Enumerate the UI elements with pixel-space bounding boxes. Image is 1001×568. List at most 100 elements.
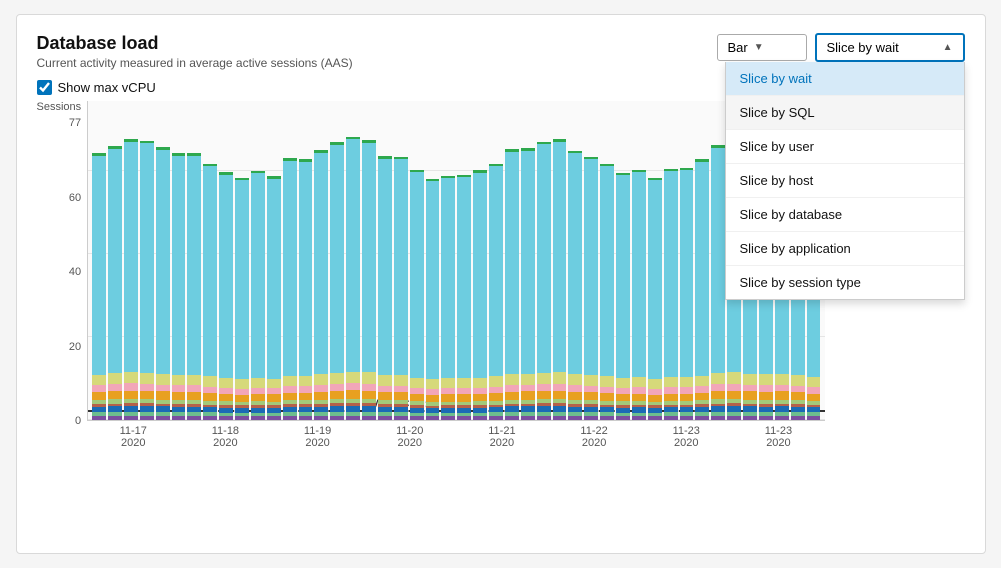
dropdown-item-sql[interactable]: Slice by SQL — [726, 96, 964, 130]
chart-type-select[interactable]: Bar ▼ — [717, 34, 807, 61]
bar-segment — [775, 374, 789, 385]
bar-segment — [410, 416, 424, 420]
bar-stack — [584, 157, 598, 420]
bar-segment — [219, 175, 233, 378]
bar-stack — [156, 147, 170, 420]
bar-segment — [743, 374, 757, 385]
dropdown-item-application[interactable]: Slice by application — [726, 232, 964, 266]
bar-group — [695, 101, 709, 420]
bar-segment — [489, 393, 503, 401]
bar-segment — [251, 173, 265, 377]
bar-segment — [378, 386, 392, 393]
bar-segment — [775, 385, 789, 392]
bar-segment — [664, 377, 678, 387]
x-tick: 11-212020 — [456, 425, 548, 449]
bar-segment — [632, 377, 646, 387]
bar-group — [283, 101, 297, 420]
bar-segment — [172, 156, 186, 375]
bar-segment — [346, 416, 360, 420]
bar-segment — [791, 375, 805, 386]
bar-group — [711, 101, 725, 420]
show-max-vcpu-checkbox[interactable] — [37, 80, 52, 95]
bar-segment — [314, 374, 328, 385]
bar-segment — [92, 156, 106, 375]
bar-segment — [521, 374, 535, 385]
bar-segment — [727, 416, 741, 420]
bar-group — [553, 101, 567, 420]
bar-segment — [553, 372, 567, 383]
bar-segment — [584, 392, 598, 400]
bar-segment — [648, 416, 662, 420]
bar-group — [648, 101, 662, 420]
dropdown-item-wait[interactable]: Slice by wait — [726, 62, 964, 96]
bar-segment — [219, 378, 233, 388]
bar-segment — [140, 391, 154, 399]
bar-group — [172, 101, 186, 420]
bar-stack — [251, 171, 265, 420]
bar-segment — [568, 385, 582, 392]
bar-segment — [378, 159, 392, 375]
bar-segment — [235, 379, 249, 389]
header-row: Database load Current activity measured … — [37, 33, 965, 70]
bar-segment — [235, 180, 249, 378]
bar-segment — [108, 149, 122, 373]
bar-group — [568, 101, 582, 420]
dropdown-item-session-type[interactable]: Slice by session type — [726, 266, 964, 299]
bar-segment — [299, 376, 313, 386]
bar-segment — [711, 148, 725, 374]
bar-segment — [489, 376, 503, 386]
bar-segment — [441, 378, 455, 388]
bar-segment — [203, 376, 217, 386]
bar-segment — [457, 394, 471, 401]
bar-segment — [203, 416, 217, 420]
bar-segment — [695, 376, 709, 386]
bar-segment — [156, 374, 170, 385]
bar-group — [362, 101, 376, 420]
bar-segment — [775, 391, 789, 399]
bar-segment — [695, 393, 709, 401]
bar-segment — [267, 379, 281, 389]
bar-segment — [362, 143, 376, 372]
bar-stack — [330, 142, 344, 420]
bar-segment — [537, 144, 551, 372]
bar-segment — [807, 377, 821, 387]
chart-plot: Max vCPU: 2 — [87, 101, 824, 421]
dropdown-item-host[interactable]: Slice by host — [726, 164, 964, 198]
bar-segment — [140, 373, 154, 384]
bar-segment — [172, 385, 186, 392]
bar-segment — [711, 373, 725, 384]
bar-group — [489, 101, 503, 420]
bar-stack — [172, 153, 186, 420]
x-tick: 11-222020 — [548, 425, 640, 449]
bar-segment — [473, 394, 487, 402]
bar-segment — [251, 378, 265, 388]
bar-stack — [441, 176, 455, 420]
bar-segment — [584, 386, 598, 393]
bar-segment — [537, 373, 551, 384]
bar-group — [505, 101, 519, 420]
dropdown-item-user[interactable]: Slice by user — [726, 130, 964, 164]
bar-segment — [156, 150, 170, 374]
dropdown-item-database[interactable]: Slice by database — [726, 198, 964, 232]
bar-segment — [394, 159, 408, 375]
bar-stack — [426, 179, 440, 420]
bar-group — [473, 101, 487, 420]
bar-segment — [283, 376, 297, 386]
bar-stack — [664, 169, 678, 420]
bar-segment — [489, 416, 503, 420]
bar-segment — [600, 416, 614, 420]
x-tick: 11-192020 — [271, 425, 363, 449]
slice-select[interactable]: Slice by wait ▲ — [815, 33, 965, 62]
bar-segment — [362, 391, 376, 399]
chart-type-label: Bar — [728, 40, 748, 55]
bar-segment — [108, 416, 122, 420]
bar-group — [537, 101, 551, 420]
bar-stack — [521, 148, 535, 420]
bar-stack — [410, 170, 424, 420]
bar-stack — [124, 139, 138, 420]
bar-segment — [711, 384, 725, 391]
bar-segment — [537, 384, 551, 391]
bar-segment — [727, 391, 741, 399]
bar-group — [314, 101, 328, 420]
bar-segment — [759, 385, 773, 392]
